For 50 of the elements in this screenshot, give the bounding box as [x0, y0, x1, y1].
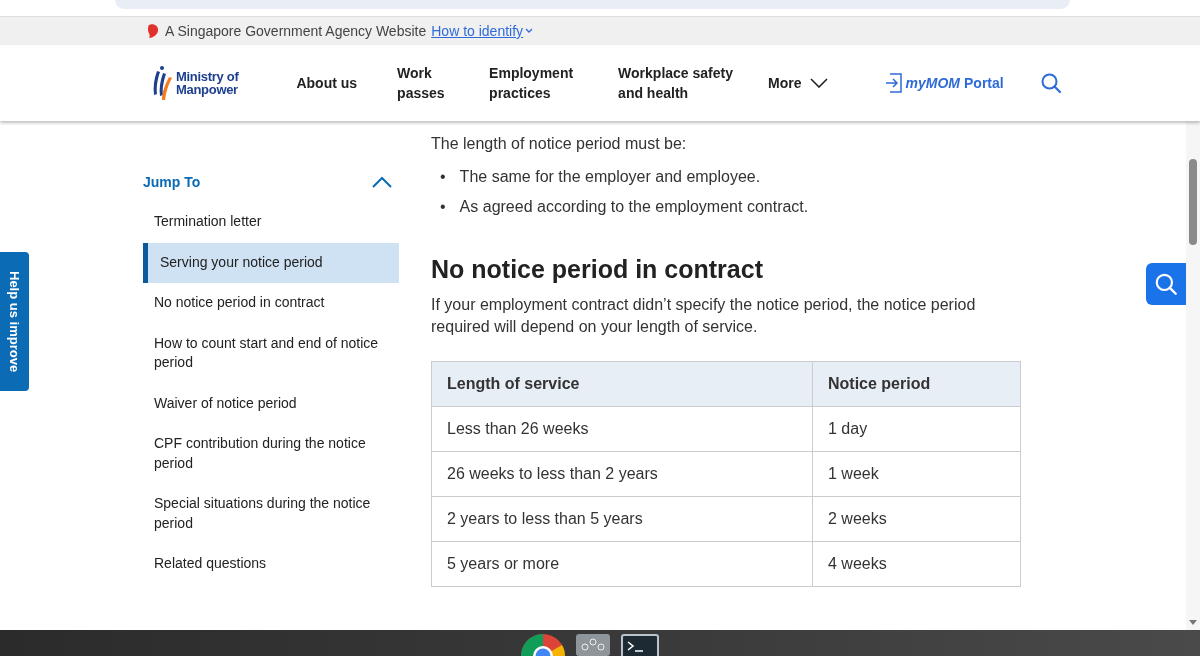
- more-menu[interactable]: More: [768, 73, 828, 93]
- bullet-item: As agreed according to the employment contract.: [459, 197, 809, 217]
- chevron-down-icon: [809, 78, 828, 88]
- how-to-identify-link[interactable]: How to identify: [431, 23, 534, 39]
- jump-to-item[interactable]: CPF contribution during the notice period: [143, 424, 399, 484]
- section-heading: No notice period in contract: [431, 254, 764, 284]
- column-header: Length of service: [431, 361, 813, 407]
- portal-link[interactable]: myMOM Portal: [885, 73, 1004, 93]
- logo-icon: [151, 65, 173, 101]
- table-cell: 4 weeks: [812, 541, 1021, 587]
- nav-link[interactable]: Workplace safety and health: [618, 63, 747, 103]
- nav-link[interactable]: Employment practices: [489, 63, 582, 103]
- search-icon[interactable]: [1038, 71, 1063, 95]
- terminal-icon[interactable]: [621, 634, 659, 656]
- government-notice: A Singapore Government Agency Website: [165, 23, 427, 39]
- table-cell: 26 weeks to less than 2 years: [431, 451, 813, 497]
- nav-link[interactable]: About us: [296, 73, 358, 93]
- login-icon: [885, 73, 902, 93]
- table-cell: 1 day: [812, 406, 1021, 452]
- chevron-down-icon: [525, 28, 534, 34]
- jump-to-item[interactable]: Serving your notice period: [143, 242, 399, 283]
- feedback-tab[interactable]: Help us improve: [0, 252, 29, 391]
- bullet-marker: •: [440, 197, 446, 217]
- scrollbar[interactable]: [1186, 121, 1200, 630]
- network-icon[interactable]: [576, 634, 610, 656]
- table-cell: 5 years or more: [431, 541, 813, 587]
- body-paragraph: If your employment contract didn’t specify the notice period, the notice period required will depend on your length of service.: [431, 295, 977, 337]
- table-cell: 1 week: [812, 451, 1021, 497]
- jump-to-item[interactable]: How to count start and end of notice period: [143, 323, 399, 384]
- search-button[interactable]: [1146, 263, 1186, 305]
- jump-to-item[interactable]: Termination letter: [143, 202, 399, 243]
- collapse-chevron-icon[interactable]: [371, 175, 393, 189]
- jump-to-title: Jump To: [143, 174, 201, 190]
- logo-text: Manpower: [176, 83, 239, 96]
- jump-to-item[interactable]: Waiver of notice period: [143, 383, 399, 424]
- scrollbar-thumb[interactable]: [1189, 159, 1197, 245]
- bullet-item: The same for the employer and employee.: [459, 167, 761, 187]
- search-icon[interactable]: [1153, 271, 1179, 297]
- jump-to-item[interactable]: Related questions: [143, 544, 399, 585]
- table-cell: 2 weeks: [812, 496, 1021, 542]
- bullet-marker: •: [440, 167, 446, 187]
- table-cell: 2 years to less than 5 years: [431, 496, 813, 542]
- logo-text: Ministry of: [176, 70, 239, 83]
- nav-link[interactable]: Work passes: [397, 63, 448, 103]
- intro-text: The length of notice period must be:: [431, 134, 688, 154]
- scroll-down-arrow-icon[interactable]: [1189, 620, 1197, 626]
- jump-to-item[interactable]: No notice period in contract: [143, 283, 399, 324]
- column-header: Notice period: [812, 361, 1021, 407]
- table-cell: Less than 26 weeks: [431, 406, 813, 452]
- jump-to-item[interactable]: Special situations during the notice period: [143, 484, 399, 544]
